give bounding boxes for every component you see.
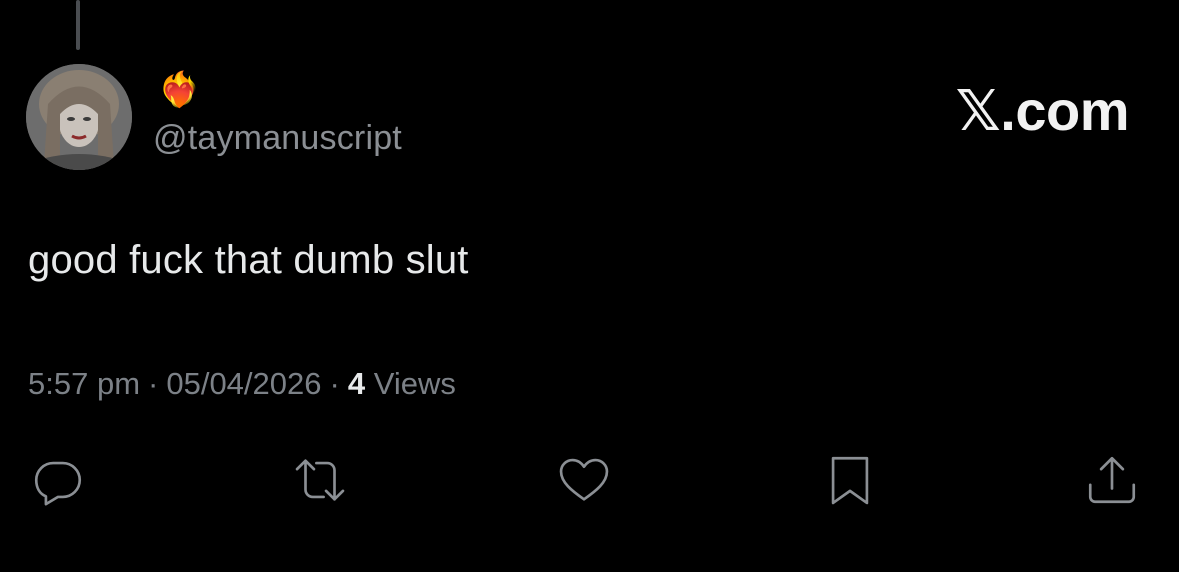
tweet-text: good fuck that dumb slut — [28, 238, 469, 282]
repost-button[interactable] — [288, 448, 352, 512]
tweet-date[interactable]: 05/04/2026 — [166, 366, 321, 401]
views-label: Views — [373, 366, 456, 401]
tweet-time[interactable]: 5:57 pm — [28, 366, 140, 401]
x-logo-watermark: 𝕏.com — [955, 79, 1130, 142]
share-icon — [1088, 456, 1136, 504]
share-button[interactable] — [1080, 448, 1144, 512]
action-bar — [0, 448, 1179, 518]
reply-button[interactable] — [26, 448, 90, 512]
thread-connector-line — [76, 0, 80, 50]
reply-icon — [34, 461, 82, 506]
display-name[interactable]: ❤️‍🔥 — [158, 70, 200, 114]
like-button[interactable] — [552, 448, 616, 512]
views-count: 4 — [347, 366, 366, 401]
repost-icon — [295, 459, 345, 501]
meta-separator: · — [148, 366, 159, 401]
heart-icon — [559, 458, 609, 501]
bookmark-icon — [831, 456, 869, 505]
bookmark-button[interactable] — [818, 448, 882, 512]
tweet-meta: 5:57 pm · 05/04/2026 · 4 Views — [28, 362, 456, 406]
meta-separator: · — [329, 366, 340, 401]
avatar[interactable] — [26, 64, 132, 170]
user-handle[interactable]: @taymanuscript — [153, 116, 402, 160]
avatar-photo — [26, 64, 132, 170]
